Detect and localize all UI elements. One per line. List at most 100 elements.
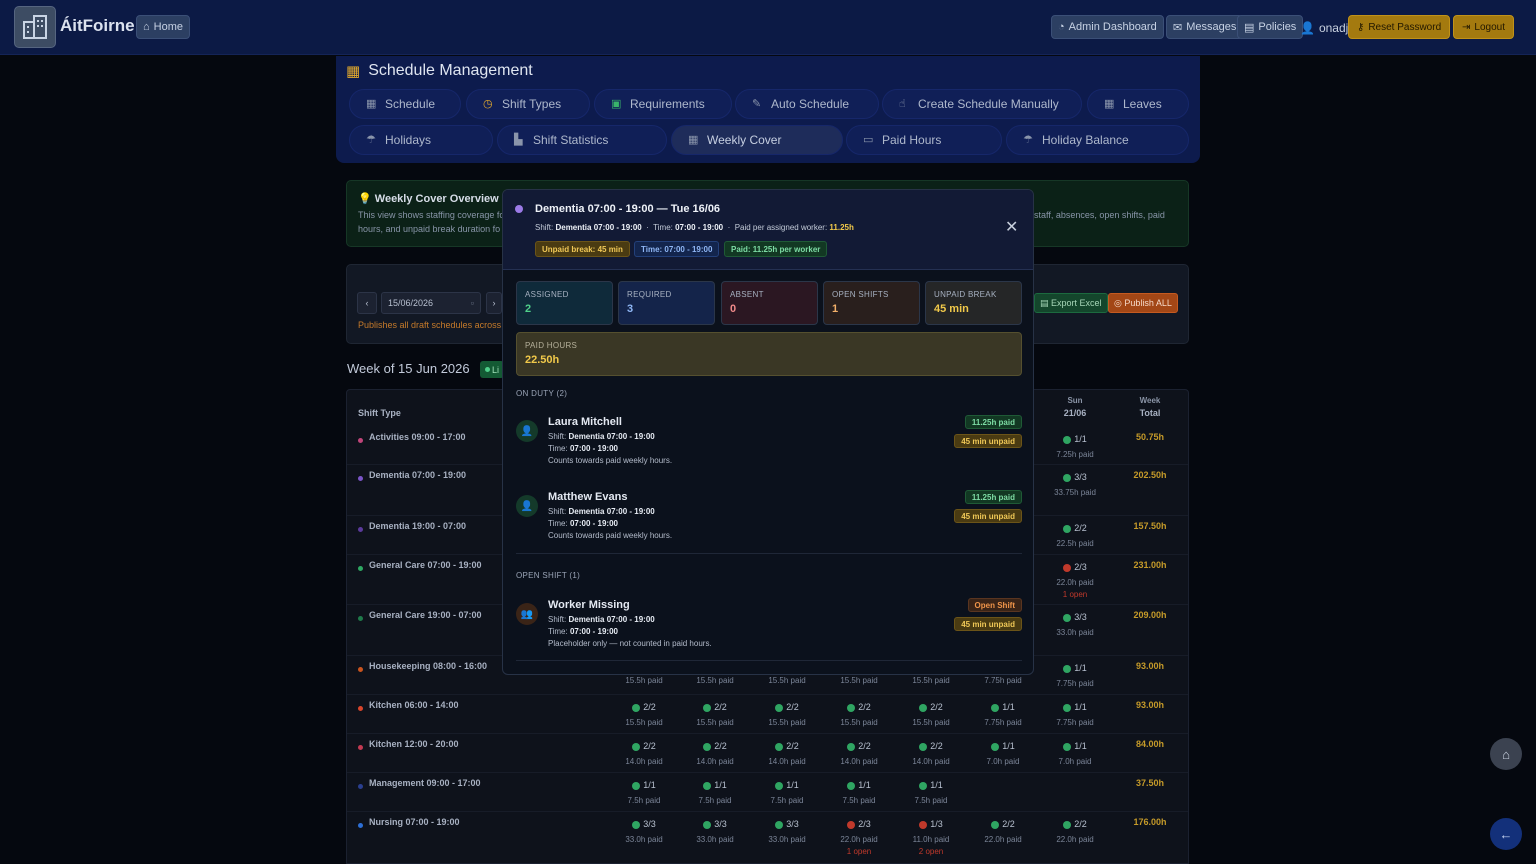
tab-auto-schedule[interactable]: ✎ Auto Schedule	[735, 89, 879, 119]
cover-cell[interactable]: 1/1 7.75h paid	[1050, 661, 1100, 691]
worker-missing[interactable]: 👥 Worker Missing Shift: Dementia 07:00 -…	[516, 598, 1022, 649]
app-logo[interactable]	[14, 6, 56, 48]
cover-cell[interactable]: 15.5h paid	[906, 673, 956, 688]
cover-cell[interactable]: 1/1 7.75h paid	[978, 700, 1028, 730]
paid-text: 14.0h paid	[696, 757, 734, 766]
user-menu[interactable]: 👤 onadj	[1300, 21, 1348, 35]
shift-row-4[interactable]: General Care 19:00 - 07:00	[358, 610, 482, 621]
cover-cell[interactable]: 15.5h paid	[690, 673, 740, 688]
shift-color-dot	[358, 438, 363, 443]
cover-cell[interactable]: 1/1 7.5h paid	[690, 778, 740, 808]
cover-cell[interactable]: 7.75h paid	[978, 673, 1028, 688]
tab-holidays[interactable]: ☂ Holidays	[349, 125, 493, 155]
cover-cell[interactable]: 2/2 14.0h paid	[906, 739, 956, 769]
tab-leaves[interactable]: ▦ Leaves	[1087, 89, 1189, 119]
cover-cell[interactable]: 2/2 15.5h paid	[906, 700, 956, 730]
admin-dashboard-button[interactable]: ◔ Admin Dashboard	[1051, 15, 1164, 39]
shift-row-3[interactable]: General Care 07:00 - 19:00	[358, 560, 482, 571]
cover-cell[interactable]: 2/2 22.0h paid	[1050, 817, 1100, 847]
cover-cell[interactable]: 2/2 15.5h paid	[762, 700, 812, 730]
coverage-text: 2/2	[786, 741, 799, 751]
worker-time-value: 07:00 - 19:00	[569, 444, 618, 453]
cover-cell[interactable]: 1/3 11.0h paid 2 open	[906, 817, 956, 856]
date-input[interactable]: 15/06/2026 ▫	[381, 292, 481, 314]
worker-matthew-evans[interactable]: 👤 Matthew Evans Shift: Dementia 07:00 - …	[516, 490, 1022, 541]
coverage-count: 1/1	[619, 778, 669, 793]
umbrella-icon: ☂	[366, 133, 376, 146]
tab-weekly-cover[interactable]: ▦ Weekly Cover	[671, 125, 843, 155]
coverage-text: 1/1	[1002, 741, 1015, 751]
prev-week-button[interactable]: ‹	[357, 292, 377, 314]
globe-icon: ◎	[1114, 297, 1122, 308]
cover-cell[interactable]: 3/3 33.75h paid	[1050, 470, 1100, 500]
logout-button[interactable]: ⇥ Logout	[1453, 15, 1514, 39]
brand-name[interactable]: ÁitFoirne	[60, 16, 135, 36]
cover-cell[interactable]: 2/2 15.5h paid	[619, 700, 669, 730]
shift-row-2[interactable]: Dementia 19:00 - 07:00	[358, 521, 466, 532]
worker-laura-mitchell[interactable]: 👤 Laura Mitchell Shift: Dementia 07:00 -…	[516, 415, 1022, 466]
coverage-text: 2/2	[858, 702, 871, 712]
tab-create-schedule-manually[interactable]: ☝ Create Schedule Manually	[882, 89, 1082, 119]
tab-schedule[interactable]: ▦ Schedule	[349, 89, 461, 119]
shift-row-6[interactable]: Kitchen 06:00 - 14:00	[358, 700, 459, 711]
excel-icon: ▤	[1040, 297, 1049, 308]
cover-cell[interactable]: 2/2 14.0h paid	[619, 739, 669, 769]
cover-cell[interactable]: 1/1 7.0h paid	[978, 739, 1028, 769]
shift-row-0[interactable]: Activities 09:00 - 17:00	[358, 432, 466, 443]
cover-cell[interactable]: 1/1 7.5h paid	[906, 778, 956, 808]
cover-cell[interactable]: 2/2 14.0h paid	[762, 739, 812, 769]
cover-cell[interactable]: 1/1 7.25h paid	[1050, 432, 1100, 462]
policies-button[interactable]: ▤ Policies	[1237, 15, 1304, 39]
publish-all-button[interactable]: ◎ Publish ALL	[1108, 293, 1178, 313]
stat-value: 0	[730, 303, 737, 315]
paid-text: 15.5h paid	[625, 676, 663, 685]
cover-cell[interactable]: 1/1 7.0h paid	[1050, 739, 1100, 769]
shift-row-1[interactable]: Dementia 07:00 - 19:00	[358, 470, 466, 481]
stat-label: ABSENT	[730, 290, 764, 299]
cover-cell[interactable]: 15.5h paid	[834, 673, 884, 688]
cover-cell[interactable]: 3/3 33.0h paid	[619, 817, 669, 847]
cover-cell[interactable]: 2/3 22.0h paid 1 open	[834, 817, 884, 856]
cover-cell[interactable]: 1/1 7.75h paid	[1050, 700, 1100, 730]
cover-cell[interactable]: 2/2 14.0h paid	[690, 739, 740, 769]
cover-cell[interactable]: 2/2 22.0h paid	[978, 817, 1028, 847]
cover-cell[interactable]: 2/2 15.5h paid	[834, 700, 884, 730]
tab-holiday-balance[interactable]: ☂ Holiday Balance	[1006, 125, 1189, 155]
cover-cell[interactable]: 1/1 7.5h paid	[834, 778, 884, 808]
row-divider	[347, 772, 1188, 773]
shift-row-5[interactable]: Housekeeping 08:00 - 16:00	[358, 661, 487, 672]
back-fab[interactable]: ←	[1490, 818, 1522, 850]
cover-cell[interactable]: 2/2 14.0h paid	[834, 739, 884, 769]
tab-requirements[interactable]: ▣ Requirements	[594, 89, 732, 119]
paid-text: 33.0h paid	[696, 835, 734, 844]
cover-cell[interactable]: 2/2 22.5h paid	[1050, 521, 1100, 551]
tab-paid-hours[interactable]: ▭ Paid Hours	[846, 125, 1002, 155]
cover-cell[interactable]: 2/2 15.5h paid	[690, 700, 740, 730]
cover-cell[interactable]: 3/3 33.0h paid	[690, 817, 740, 847]
cover-cell[interactable]: 3/3 33.0h paid	[1050, 610, 1100, 640]
paid-text: 11.0h paid	[912, 835, 950, 844]
cover-cell[interactable]: 15.5h paid	[762, 673, 812, 688]
tab-label: Auto Schedule	[771, 97, 850, 111]
paid-text: 7.75h paid	[984, 676, 1022, 685]
cover-cell[interactable]: 1/1 7.5h paid	[619, 778, 669, 808]
home-fab[interactable]: ⌂	[1490, 738, 1522, 770]
cover-cell[interactable]: 15.5h paid	[619, 673, 669, 688]
shift-row-7[interactable]: Kitchen 12:00 - 20:00	[358, 739, 459, 750]
next-week-button[interactable]: ›	[486, 292, 502, 314]
cover-cell[interactable]: 3/3 33.0h paid	[762, 817, 812, 847]
export-excel-button[interactable]: ▤ Export Excel	[1034, 293, 1108, 313]
worker-name: Matthew Evans	[548, 491, 628, 503]
close-icon[interactable]: ✕	[1005, 220, 1018, 236]
messages-button[interactable]: ✉ Messages	[1166, 15, 1244, 39]
document-icon: ▤	[1244, 21, 1255, 34]
tab-shift-types[interactable]: ◷ Shift Types	[466, 89, 590, 119]
tab-shift-statistics[interactable]: ▙ Shift Statistics	[497, 125, 667, 155]
cover-cell[interactable]: 2/3 22.0h paid 1 open	[1050, 560, 1100, 599]
home-button[interactable]: ⌂ Home	[136, 15, 190, 39]
reset-password-button[interactable]: ⚷ Reset Password	[1348, 15, 1451, 39]
shift-row-8[interactable]: Management 09:00 - 17:00	[358, 778, 481, 789]
coverage-text: 1/1	[643, 780, 656, 790]
cover-cell[interactable]: 1/1 7.5h paid	[762, 778, 812, 808]
shift-row-9[interactable]: Nursing 07:00 - 19:00	[358, 817, 460, 828]
